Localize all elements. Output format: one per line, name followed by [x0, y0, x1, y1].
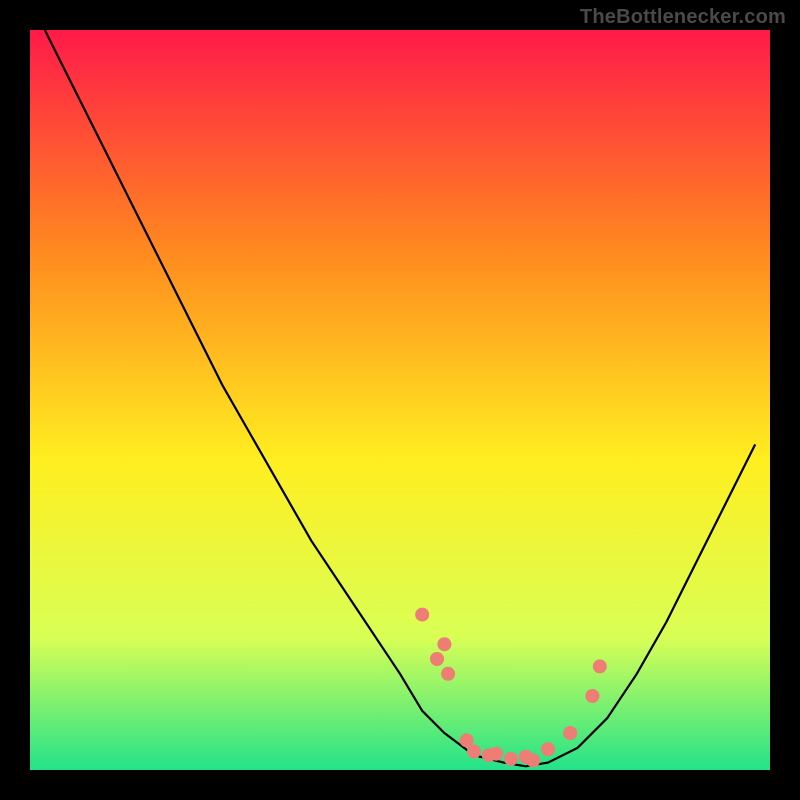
marker-point: [585, 689, 599, 703]
chart-frame: TheBottlenecker.com: [0, 0, 800, 800]
marker-point: [563, 726, 577, 740]
marker-point: [526, 753, 540, 767]
gradient-background: [30, 30, 770, 770]
chart-svg: [30, 30, 770, 770]
marker-point: [541, 742, 555, 756]
marker-point: [467, 745, 481, 759]
watermark-text: TheBottlenecker.com: [580, 6, 786, 29]
marker-point: [504, 752, 518, 766]
marker-point: [437, 637, 451, 651]
marker-point: [489, 747, 503, 761]
marker-point: [593, 659, 607, 673]
marker-point: [415, 608, 429, 622]
marker-point: [441, 667, 455, 681]
marker-point: [430, 652, 444, 666]
plot-area: [30, 30, 770, 770]
